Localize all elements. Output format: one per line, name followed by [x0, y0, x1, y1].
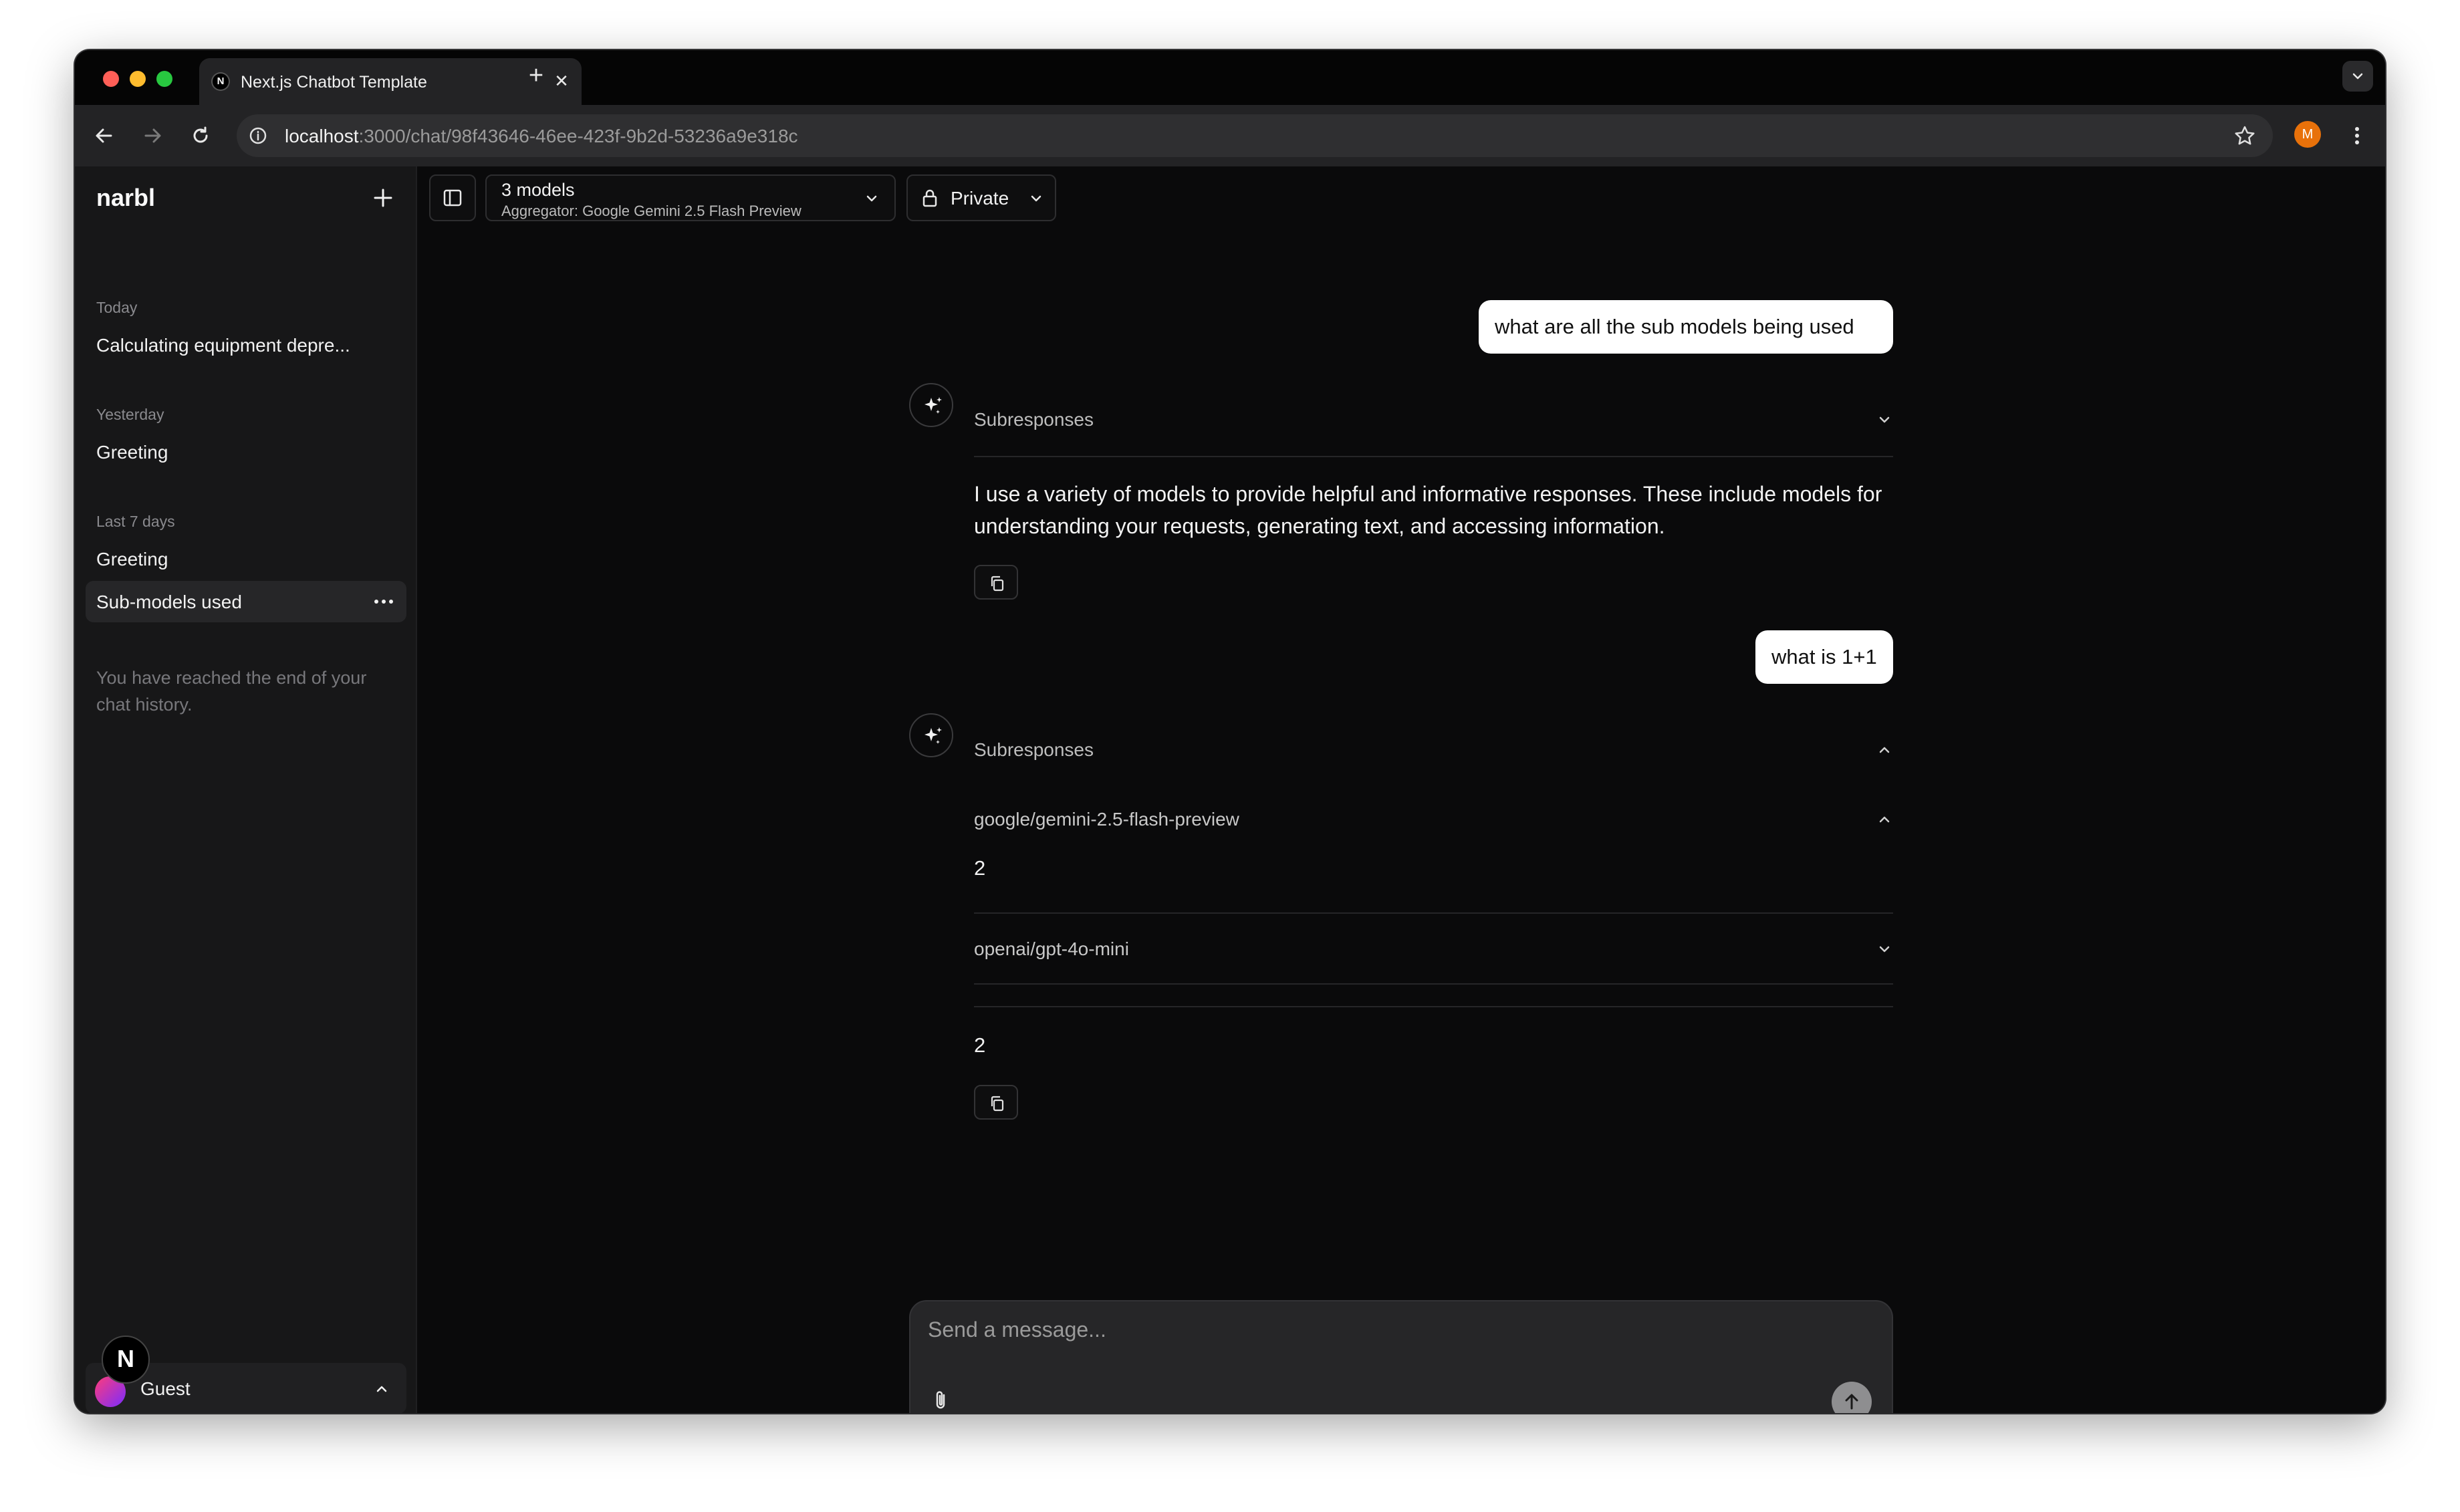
chat-item-label: Greeting: [96, 549, 168, 570]
divider: [974, 983, 1893, 985]
sidebar-toggle-icon: [443, 189, 462, 207]
nextjs-badge[interactable]: N: [102, 1336, 150, 1384]
chevron-up-icon[interactable]: [1876, 741, 1893, 759]
url-host: localhost: [285, 126, 359, 146]
submodel-name[interactable]: google/gemini-2.5-flash-preview: [974, 809, 1239, 830]
assistant-message: 2: [974, 1033, 986, 1057]
chevron-up-icon: [376, 1386, 387, 1392]
sparkles-icon: [925, 727, 942, 744]
new-chat-button[interactable]: [366, 181, 400, 215]
arrow-up-icon: [1845, 1394, 1858, 1410]
group-label-today: Today: [96, 299, 138, 316]
assistant-avatar: [909, 713, 953, 757]
group-label-yesterday: Yesterday: [96, 406, 164, 423]
brand-title[interactable]: narbl: [96, 184, 155, 212]
more-horizontal-icon: [374, 600, 393, 604]
paperclip-icon: [936, 1391, 945, 1409]
tab-bar: N Next.js Chatbot Template ✕ +: [75, 50, 2385, 105]
bookmark-star-icon[interactable]: [2233, 124, 2257, 148]
end-of-history-note: You have reached the end of your chat hi…: [96, 668, 367, 715]
browser-window: N Next.js Chatbot Template ✕ + localhost…: [75, 50, 2385, 1413]
tab-search-button[interactable]: [2342, 61, 2373, 92]
reload-button[interactable]: [186, 121, 215, 150]
message-composer[interactable]: Send a message...: [909, 1300, 1893, 1413]
chat-item-label: Greeting: [96, 442, 168, 463]
user-name: Guest: [140, 1378, 191, 1399]
minimize-window-button[interactable]: [130, 71, 146, 87]
arrow-right-icon: [144, 128, 161, 143]
url-path: :3000/chat/98f43646-46ee-423f-9b2d-53236…: [358, 126, 798, 146]
close-window-button[interactable]: [103, 71, 119, 87]
copy-icon: [991, 1096, 1004, 1112]
browser-menu-button[interactable]: [2344, 122, 2370, 149]
lock-icon: [922, 189, 937, 207]
chat-app: narbl Today Calculating equipment depre.…: [75, 166, 2385, 1413]
user-message: what are all the sub models being used: [1479, 300, 1893, 354]
chevron-down-icon: [866, 195, 877, 202]
attach-button[interactable]: [928, 1387, 955, 1413]
model-selector[interactable]: 3 models Aggregator: Google Gemini 2.5 F…: [485, 174, 896, 221]
divider: [974, 912, 1893, 914]
chevron-down-icon: [2352, 73, 2363, 80]
forward-button[interactable]: [138, 121, 167, 150]
subresponses-toggle[interactable]: Subresponses: [974, 739, 1094, 761]
chat-item-label: Calculating equipment depre...: [96, 335, 350, 356]
user-message: what is 1+1: [1755, 630, 1893, 684]
back-button[interactable]: [90, 121, 119, 150]
sidebar-chat-item[interactable]: Greeting: [86, 431, 406, 473]
nextjs-favicon-icon: N: [213, 74, 229, 90]
divider: [974, 1006, 1893, 1007]
submodel-name[interactable]: openai/gpt-4o-mini: [974, 938, 1129, 960]
maximize-window-button[interactable]: [156, 71, 172, 87]
aggregator-label: Aggregator: Google Gemini 2.5 Flash Prev…: [501, 203, 802, 219]
visibility-selector[interactable]: Private: [906, 174, 1056, 221]
send-button[interactable]: [1832, 1382, 1872, 1413]
assistant-avatar: [909, 383, 953, 427]
site-info-icon[interactable]: [249, 126, 267, 145]
copy-icon: [991, 576, 1004, 592]
chevron-down-icon[interactable]: [1876, 411, 1893, 428]
message-input[interactable]: Send a message...: [928, 1317, 1106, 1342]
copy-button[interactable]: [974, 565, 1018, 600]
sidebar: narbl Today Calculating equipment depre.…: [75, 166, 417, 1413]
sidebar-chat-item-active[interactable]: Sub-models used: [86, 581, 406, 622]
chevron-up-icon[interactable]: [1876, 811, 1893, 828]
chat-options-button[interactable]: [370, 592, 397, 612]
copy-button[interactable]: [974, 1085, 1018, 1120]
model-count: 3 models: [501, 180, 575, 200]
new-tab-button[interactable]: +: [521, 61, 551, 90]
url-bar[interactable]: localhost:3000/chat/98f43646-46ee-423f-9…: [237, 114, 2273, 157]
chevron-down-icon[interactable]: [1876, 940, 1893, 958]
plus-icon: [374, 188, 392, 207]
visibility-label: Private: [951, 188, 1009, 209]
sidebar-toggle-button[interactable]: [429, 174, 476, 221]
submodel-answer: 2: [974, 856, 986, 880]
assistant-message: I use a variety of models to provide hel…: [974, 482, 1882, 538]
reload-icon: [193, 126, 208, 143]
sidebar-chat-item[interactable]: Calculating equipment depre...: [86, 324, 406, 366]
profile-avatar[interactable]: M: [2294, 121, 2321, 148]
divider: [974, 456, 1893, 457]
group-label-last-7-days: Last 7 days: [96, 513, 175, 530]
chat-item-label: Sub-models used: [96, 592, 242, 612]
address-bar: localhost:3000/chat/98f43646-46ee-423f-9…: [75, 105, 2385, 168]
chevron-down-icon: [1031, 195, 1041, 202]
tab-title: Next.js Chatbot Template: [241, 73, 427, 92]
close-tab-icon[interactable]: ✕: [549, 69, 574, 93]
subresponses-toggle[interactable]: Subresponses: [974, 409, 1094, 430]
sparkles-icon: [925, 397, 942, 414]
kebab-menu-icon: [2355, 127, 2359, 144]
url-text: localhost:3000/chat/98f43646-46ee-423f-9…: [285, 126, 798, 147]
sidebar-chat-item[interactable]: Greeting: [86, 538, 406, 580]
arrow-left-icon: [96, 128, 112, 143]
